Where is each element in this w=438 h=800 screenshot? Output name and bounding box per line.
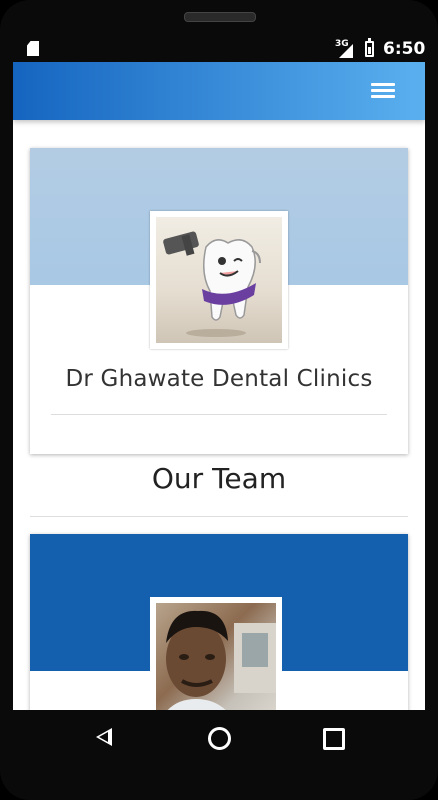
- card-divider: [51, 414, 387, 415]
- phone-frame: 3G 6:50 Dr Ghawate Dental Clinics Our Te…: [0, 0, 438, 800]
- app-screen: Dr Ghawate Dental Clinics Our Team: [13, 62, 425, 710]
- hamburger-menu-icon[interactable]: [371, 80, 395, 102]
- home-icon[interactable]: [208, 727, 231, 750]
- menu-line: [371, 95, 395, 98]
- sd-card-icon: [27, 41, 39, 56]
- menu-line: [371, 89, 395, 92]
- menu-line: [371, 83, 395, 86]
- back-icon[interactable]: [96, 728, 112, 746]
- team-member-photo-frame: [150, 597, 282, 710]
- section-divider: [30, 516, 408, 517]
- battery-icon: [365, 38, 374, 57]
- app-bar: [13, 62, 425, 120]
- status-bar: 3G 6:50: [13, 36, 425, 62]
- clinic-logo-frame: [150, 211, 288, 349]
- clinic-name: Dr Ghawate Dental Clinics: [65, 366, 373, 392]
- team-member-card[interactable]: [30, 534, 408, 710]
- team-member-photo: [156, 603, 276, 710]
- status-time: 6:50: [383, 39, 426, 59]
- speaker-grille: [184, 12, 256, 22]
- tooth-mascot-icon: [156, 217, 282, 343]
- signal-icon: [339, 44, 353, 58]
- section-title-our-team: Our Team: [151, 462, 287, 495]
- team-member-photo-graphic: [166, 610, 276, 710]
- clinic-card: Dr Ghawate Dental Clinics: [30, 148, 408, 454]
- recent-apps-icon[interactable]: [323, 728, 345, 750]
- tooth-mascot-graphic: [163, 231, 261, 337]
- system-navigation-bar: [0, 710, 438, 766]
